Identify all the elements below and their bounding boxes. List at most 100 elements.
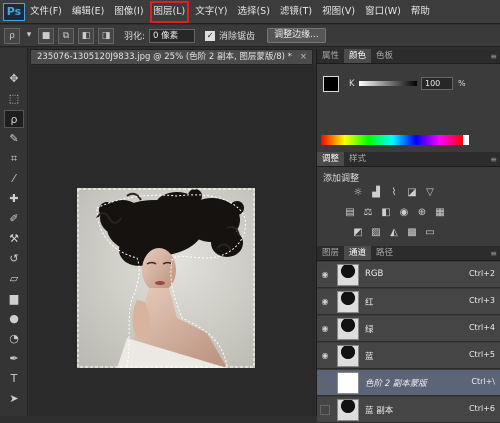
- channel-row[interactable]: ◉ 红 Ctrl+3: [317, 289, 500, 315]
- menu-filter[interactable]: 滤镜(T): [275, 0, 317, 24]
- channel-row[interactable]: ◉ RGB Ctrl+2: [317, 262, 500, 288]
- tab-swatches[interactable]: 色板: [371, 49, 398, 63]
- channel-name: 蓝: [365, 352, 374, 362]
- menu-help[interactable]: 帮助: [406, 0, 435, 24]
- color-lookup-icon[interactable]: ▦: [433, 207, 447, 219]
- clone-stamp-tool-icon[interactable]: ⚒: [4, 230, 24, 248]
- path-selection-tool-icon[interactable]: ➤: [4, 390, 24, 408]
- photo-filter-icon[interactable]: ◉: [397, 207, 411, 219]
- menu-edit[interactable]: 编辑(E): [67, 0, 109, 24]
- visibility-toggle-empty[interactable]: [320, 378, 330, 388]
- intersect-selection-icon[interactable]: ◨: [98, 27, 114, 44]
- menu-bar: Ps 文件(F) 编辑(E) 图像(I) 图层(L) 文字(Y) 选择(S) 滤镜(T) 视图…: [0, 0, 500, 24]
- k-value-input[interactable]: 100: [421, 77, 453, 90]
- tab-paths[interactable]: 路径: [371, 246, 398, 260]
- menu-view[interactable]: 视图(V): [317, 0, 360, 24]
- channel-row[interactable]: ◉ 蓝 Ctrl+5: [317, 343, 500, 369]
- channel-mixer-icon[interactable]: ⊕: [415, 207, 429, 219]
- quick-select-tool-icon[interactable]: ✎: [4, 130, 24, 148]
- crop-tool-icon[interactable]: ⌗: [4, 150, 24, 168]
- new-selection-icon[interactable]: ■: [38, 27, 54, 44]
- add-selection-icon[interactable]: ⧉: [58, 27, 74, 44]
- color-balance-icon[interactable]: ⚖: [361, 207, 375, 219]
- eye-icon[interactable]: ◉: [320, 324, 330, 334]
- tab-channels[interactable]: 通道: [344, 246, 372, 260]
- channel-name: 绿: [365, 325, 374, 335]
- tab-adjustments[interactable]: 调整: [317, 152, 345, 166]
- lasso-tool-icon[interactable]: ρ: [4, 110, 24, 128]
- channel-name: 蓝 副本: [365, 406, 394, 416]
- pen-tool-icon[interactable]: ✒: [4, 350, 24, 368]
- levels-icon[interactable]: ▟: [369, 187, 383, 199]
- threshold-icon[interactable]: ◭: [387, 227, 401, 239]
- gradient-tool-icon[interactable]: ▆: [4, 290, 24, 308]
- dropdown-arrow-icon[interactable]: ▾: [24, 28, 34, 44]
- tools-panel: ✥ ⬚ ρ ✎ ⌗ ⁄ ✚ ✐ ⚒ ↺ ▱ ▆ ● ◔ ✒ T ➤: [0, 48, 28, 416]
- refine-edge-button[interactable]: 调整边缘...: [267, 28, 326, 43]
- gradient-map-icon[interactable]: ▭: [423, 227, 437, 239]
- channel-name: 色阶 2 副本蒙版: [365, 379, 427, 389]
- subtract-selection-icon[interactable]: ◧: [78, 27, 94, 44]
- curves-icon[interactable]: ⌇: [387, 187, 401, 199]
- eye-icon[interactable]: ◉: [320, 351, 330, 361]
- channel-thumbnail: [337, 318, 359, 340]
- hue-saturation-icon[interactable]: ▤: [343, 207, 357, 219]
- tab-layers[interactable]: 图层: [317, 246, 344, 260]
- antialias-label: 消除锯齿: [219, 32, 256, 42]
- channel-shortcut: Ctrl+4: [468, 323, 495, 332]
- brush-tool-icon[interactable]: ✐: [4, 210, 24, 228]
- type-tool-icon[interactable]: T: [4, 370, 24, 388]
- healing-brush-tool-icon[interactable]: ✚: [4, 190, 24, 208]
- selective-color-icon[interactable]: ▩: [405, 227, 419, 239]
- document-tab[interactable]: 235076-1305120J9833.jpg @ 25% (色阶 2 副本, …: [30, 49, 313, 65]
- menu-select[interactable]: 选择(S): [232, 0, 274, 24]
- spectrum-white-swatch[interactable]: [463, 135, 469, 145]
- eye-icon[interactable]: ◉: [320, 297, 330, 307]
- add-adjustment-title: 添加调整: [323, 174, 360, 184]
- adjustments-panel-tabs: 调整 样式 ≡: [317, 152, 500, 167]
- tab-color[interactable]: 颜色: [344, 49, 372, 63]
- move-tool-icon[interactable]: ✥: [4, 70, 24, 88]
- channel-row[interactable]: ◉ 绿 Ctrl+4: [317, 316, 500, 342]
- panel-menu-icon[interactable]: ≡: [490, 49, 497, 63]
- marquee-tool-icon[interactable]: ⬚: [4, 90, 24, 108]
- menu-layer[interactable]: 图层(L): [149, 0, 191, 24]
- foreground-color-swatch[interactable]: [323, 76, 339, 92]
- channels-panel-tabs: 图层 通道 路径 ≡: [317, 246, 500, 261]
- vibrance-icon[interactable]: ▽: [423, 187, 437, 199]
- blur-tool-icon[interactable]: ●: [4, 310, 24, 328]
- history-brush-tool-icon[interactable]: ↺: [4, 250, 24, 268]
- menu-file[interactable]: 文件(F): [25, 0, 67, 24]
- lasso-preset-icon[interactable]: ρ: [4, 27, 20, 44]
- tab-properties[interactable]: 属性: [317, 49, 344, 63]
- color-spectrum-bar[interactable]: [321, 135, 463, 145]
- menu-window[interactable]: 窗口(W): [360, 0, 406, 24]
- brightness-icon[interactable]: ☼: [351, 187, 365, 199]
- color-panel-tabs: 属性 颜色 色板 ≡: [317, 49, 500, 64]
- visibility-toggle-empty[interactable]: [320, 405, 330, 415]
- channel-thumbnail: [337, 291, 359, 313]
- antialias-checkbox[interactable]: ✓: [205, 30, 216, 41]
- k-slider[interactable]: [359, 81, 417, 86]
- channel-name: RGB: [365, 269, 384, 279]
- panel-menu-icon[interactable]: ≡: [490, 246, 497, 260]
- exposure-icon[interactable]: ◪: [405, 187, 419, 199]
- posterize-icon[interactable]: ▨: [369, 227, 383, 239]
- panel-menu-icon[interactable]: ≡: [490, 152, 497, 166]
- invert-icon[interactable]: ◩: [351, 227, 365, 239]
- eyedropper-tool-icon[interactable]: ⁄: [4, 170, 24, 188]
- channel-row[interactable]: 蓝 副本 Ctrl+6: [317, 397, 500, 423]
- dodge-tool-icon[interactable]: ◔: [4, 330, 24, 348]
- menu-image[interactable]: 图像(I): [109, 0, 148, 24]
- options-bar: ρ ▾ ■ ⧉ ◧ ◨ 羽化: 0 像素 ✓ 消除锯齿 调整边缘...: [0, 25, 500, 47]
- feather-input[interactable]: 0 像素: [149, 28, 196, 43]
- eye-icon[interactable]: ◉: [320, 270, 330, 280]
- menu-type[interactable]: 文字(Y): [190, 0, 232, 24]
- eraser-tool-icon[interactable]: ▱: [4, 270, 24, 288]
- black-white-icon[interactable]: ◧: [379, 207, 393, 219]
- close-icon[interactable]: ×: [300, 50, 307, 64]
- channel-row[interactable]: 色阶 2 副本蒙版 Ctrl+\: [317, 370, 500, 396]
- k-channel-label: K: [349, 79, 355, 89]
- tab-styles[interactable]: 样式: [344, 152, 371, 166]
- channel-thumbnail: [337, 399, 359, 421]
